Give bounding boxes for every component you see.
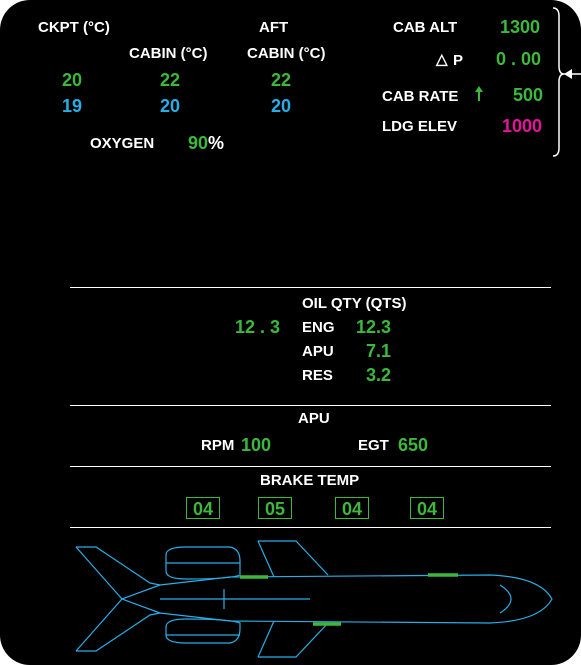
ldg-elev-value: 1000: [502, 116, 543, 136]
apu-rpm-label: RPM: [201, 437, 235, 454]
apu-section-divider: [70, 405, 551, 406]
aircraft-outline-diagram: [75, 540, 553, 658]
lower-engine: [165, 618, 241, 644]
delta-icon: △: [436, 51, 448, 68]
cabin-actual-temp: 22: [160, 70, 181, 90]
cab-rate-up-arrow-icon: [475, 86, 483, 101]
brake-temp-box-4: 04: [410, 497, 444, 519]
brake-temp-box-3: 04: [335, 497, 369, 519]
oil-res-label: RES: [302, 367, 333, 384]
brake-temp-value-3: 04: [341, 499, 363, 519]
delta-p-label: P: [453, 52, 464, 69]
oil-apu-value: 7.1: [366, 341, 392, 361]
aft-cabin-temp-label: CABIN (°C): [247, 45, 326, 62]
upper-tail-fin: [76, 546, 161, 586]
oxygen-value: 90: [188, 133, 209, 153]
ckpt-temp-label: CKPT (°C): [38, 19, 110, 36]
ckpt-actual-temp: 20: [62, 70, 83, 90]
apu-egt-label: EGT: [358, 437, 389, 454]
oil-eng-value: 12.3: [356, 317, 392, 337]
apu-title: APU: [298, 410, 330, 427]
lower-wing: [258, 622, 329, 658]
pressure-bracket: [552, 7, 581, 157]
oil-total-value: 12 . 3: [235, 317, 281, 337]
oil-section-divider: [70, 287, 551, 288]
brake-temp-box-2: 05: [258, 497, 292, 519]
oil-eng-label: ENG: [302, 319, 335, 336]
apu-rpm-value: 100: [241, 435, 272, 455]
oil-res-value: 3.2: [366, 365, 392, 385]
brake-temp-value-1: 04: [192, 499, 214, 519]
lower-tail-fin: [76, 612, 161, 652]
aft-cabin-actual-temp: 22: [271, 70, 292, 90]
oil-apu-label: APU: [302, 343, 334, 360]
brake-temp-box-1: 04: [186, 497, 220, 519]
brake-temp-value-2: 05: [264, 499, 286, 519]
upper-wing: [258, 540, 329, 576]
brake-section-divider: [70, 466, 551, 467]
cab-alt-label: CAB ALT: [393, 19, 458, 36]
cab-alt-value: 1300: [500, 17, 541, 37]
apu-egt-value: 650: [398, 435, 429, 455]
brake-temp-title: BRAKE TEMP: [260, 472, 360, 489]
cabin-temp-label: CABIN (°C): [129, 45, 208, 62]
aft-label: AFT: [259, 19, 289, 36]
brake-temp-value-4: 04: [416, 499, 438, 519]
cab-rate-value: 500: [513, 85, 544, 105]
oxygen-unit: %: [208, 133, 225, 153]
cabin-target-temp: 20: [160, 96, 181, 116]
ckpt-target-temp: 19: [62, 96, 83, 116]
oxygen-label: OXYGEN: [90, 135, 155, 152]
oil-qty-title: OIL QTY (QTS): [302, 295, 407, 312]
cab-rate-label: CAB RATE: [382, 88, 459, 105]
delta-p-value: 0 . 00: [496, 49, 542, 69]
aircraft-section-divider: [70, 527, 551, 528]
ldg-elev-label: LDG ELEV: [382, 118, 458, 135]
aft-cabin-target-temp: 20: [271, 96, 292, 116]
synoptic-display: CKPT (°C) AFT CABIN (°C) CABIN (°C) 20 2…: [0, 0, 581, 665]
